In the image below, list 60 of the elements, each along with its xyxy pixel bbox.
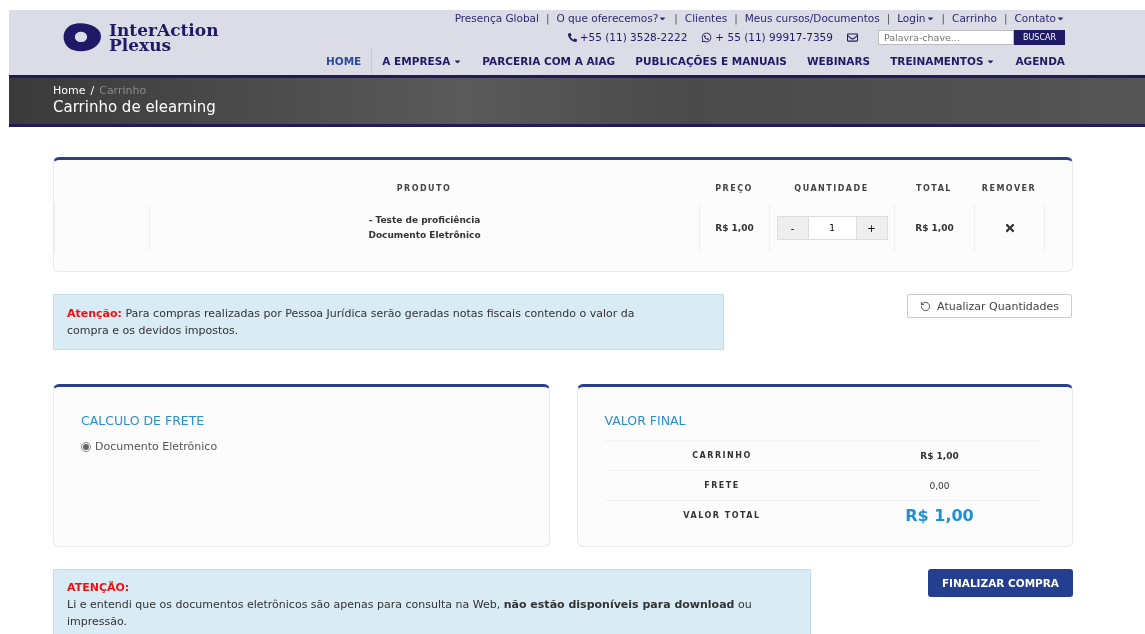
contact-text: + 55 (11) 99917-7359: [715, 31, 833, 43]
separator: |: [674, 12, 678, 24]
decrease-button[interactable]: -: [776, 216, 809, 240]
nav-item[interactable]: WEBINARS: [796, 48, 881, 74]
total-text: R$ 1,00: [915, 221, 954, 235]
remove-icon[interactable]: [1003, 222, 1016, 234]
top-link[interactable]: Contato: [1014, 12, 1065, 24]
search-button[interactable]: BUSCAR: [1013, 29, 1065, 45]
top-link[interactable]: Presença Global: [454, 12, 539, 24]
quantity-field[interactable]: 1: [808, 216, 856, 240]
page-title: Carrinho de elearning: [53, 97, 217, 117]
finalize-purchase-button[interactable]: FINALIZAR COMPRA: [927, 569, 1073, 597]
nav-item[interactable]: AGENDA: [1005, 48, 1065, 74]
top-link[interactable]: Carrinho: [952, 12, 997, 24]
mail-icon: [846, 31, 858, 43]
refresh-icon: [920, 300, 932, 312]
logo-icon: [61, 22, 103, 54]
top-link[interactable]: Meus cursos/Documentos: [744, 12, 880, 24]
product-type: Documento Eletrônico: [368, 229, 481, 242]
separator: |: [734, 12, 738, 24]
summary-label: CARRINHO: [604, 440, 840, 470]
top-link[interactable]: O que oferecemos?: [556, 12, 668, 24]
summary-value: 0,00: [839, 470, 1040, 500]
separator: |: [941, 12, 946, 24]
separator: |: [886, 12, 891, 24]
notice-text: Li e entendi que os documentos eletrônicos são apenas para consulta na Web, não estão disponíveis para download ou impressão.: [67, 597, 753, 630]
separator: |: [545, 12, 550, 24]
increase-button[interactable]: +: [855, 216, 888, 240]
column-header: REMOVER: [980, 183, 1038, 195]
phone-icon: [567, 32, 577, 42]
search-field[interactable]: Palavra-chave...: [877, 29, 1014, 45]
update-quantities-button[interactable]: Atualizar Quantidades: [907, 294, 1072, 318]
nav-item[interactable]: PARCERIA COM A AIAG: [472, 48, 626, 74]
column-header: QUANTIDADE: [793, 183, 870, 195]
price-text: R$ 1,00: [715, 221, 754, 235]
card-title: VALOR FINAL: [604, 413, 687, 428]
nav-item[interactable]: HOME: [315, 48, 373, 74]
notice-heading: ATENÇÃO:: [67, 580, 131, 596]
top-link[interactable]: Login: [897, 12, 935, 24]
product-name: - Teste de proficiência: [368, 214, 481, 227]
contact-text: +55 (11) 3528-2222: [579, 31, 688, 43]
separator: |: [1003, 12, 1008, 24]
summary-value: R$ 1,00: [839, 500, 1040, 530]
column-header: PREÇO: [714, 183, 754, 195]
card-title: CALCULO DE FRETE: [81, 413, 206, 428]
radio-option[interactable]: Documento Eletrônico: [81, 440, 522, 453]
breadcrumb-link[interactable]: Home: [53, 84, 86, 97]
summary-value: R$ 1,00: [839, 440, 1040, 470]
column-header: TOTAL: [915, 183, 953, 195]
nav-item[interactable]: PUBLICAÇÕES E MANUAIS: [625, 48, 797, 74]
top-link[interactable]: Clientes: [684, 12, 728, 24]
breadcrumb-separator: /: [90, 84, 95, 97]
whatsapp-icon: [701, 31, 713, 43]
column-header: PRODUTO: [395, 183, 453, 195]
logo-text: InterAction Plexus: [109, 23, 219, 53]
nav-item[interactable]: A EMPRESA: [372, 48, 473, 74]
nav-item[interactable]: TREINAMENTOS: [880, 48, 1006, 74]
summary-label: VALOR TOTAL: [604, 500, 840, 530]
notice-text: Atenção: Para compras realizadas por Pessoa Jurídica serão geradas notas fiscais contendo o valor da compra e os devidos impostos.: [67, 307, 635, 337]
summary-label: FRETE: [604, 470, 840, 500]
